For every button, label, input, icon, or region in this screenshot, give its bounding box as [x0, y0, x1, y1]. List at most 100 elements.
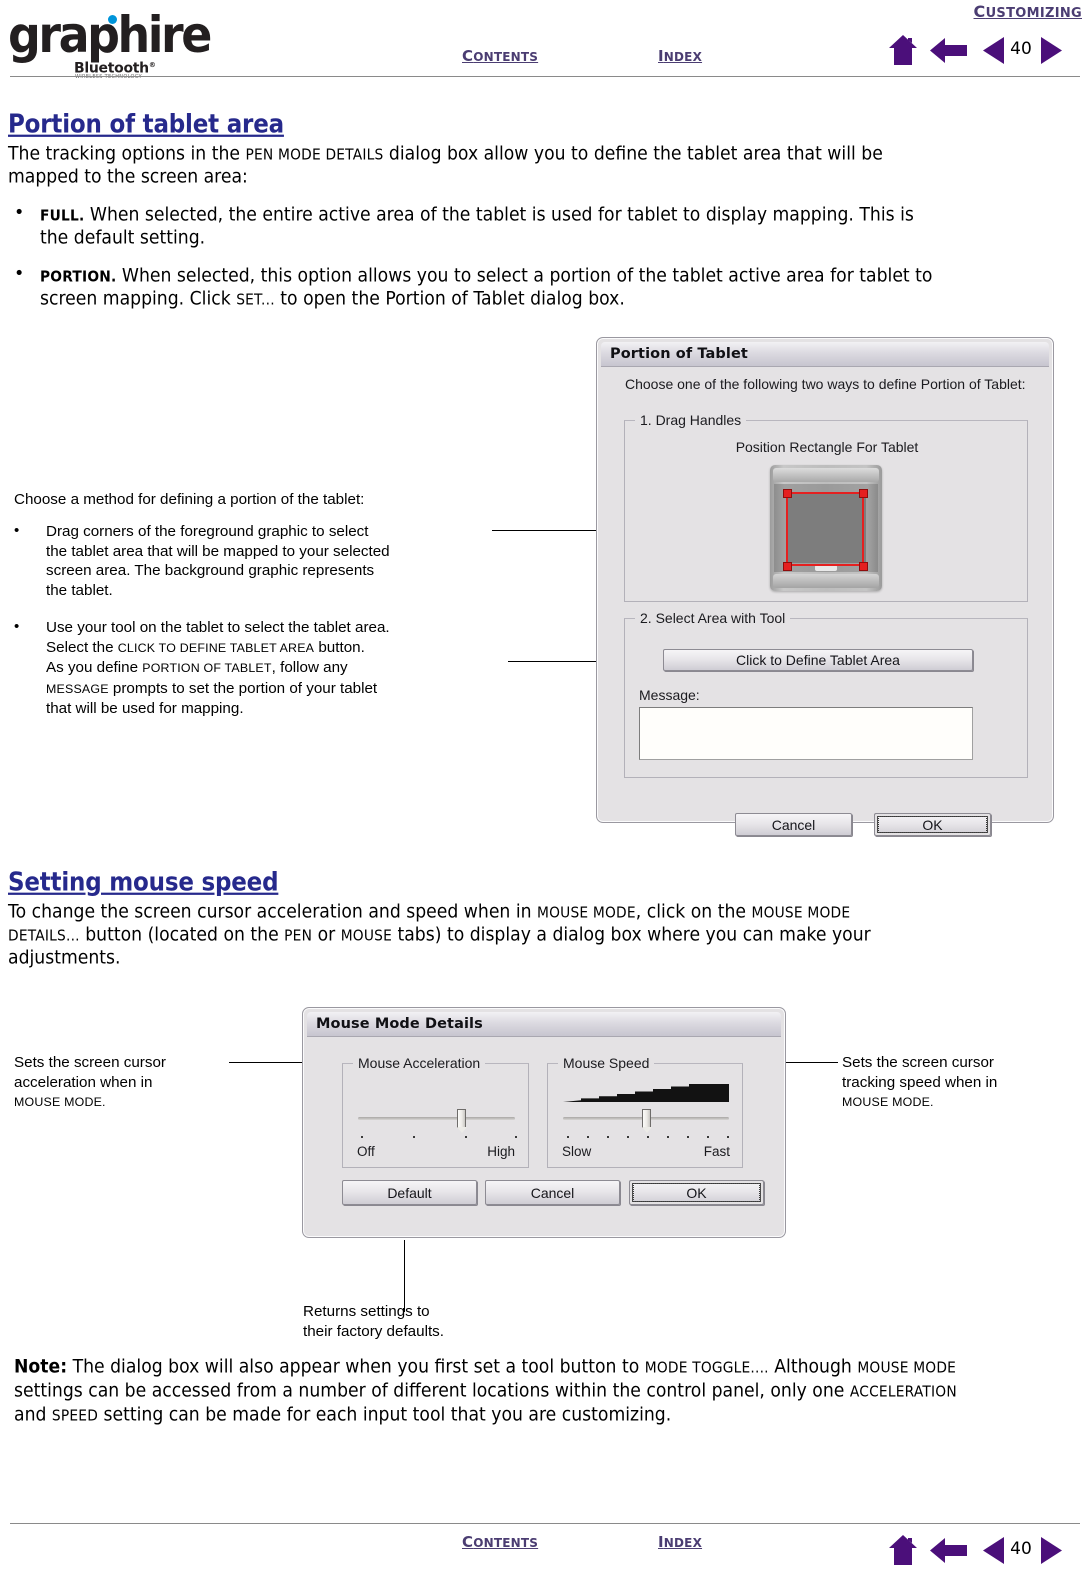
drag-handle-top-right[interactable]: [859, 489, 868, 498]
section2-line3: adjustments.: [8, 947, 121, 969]
tick-mark: [567, 1136, 569, 1138]
callout-portion-bullet2: Use your tool on the tablet to select th…: [46, 619, 390, 717]
page-header: CUSTOMIZING graphire Bluetooth® WIRELESS…: [0, 0, 1090, 80]
callout-mouse-acceleration: Sets the screen cursor acceleration when…: [14, 1054, 166, 1109]
header-index-link[interactable]: INDEX: [658, 47, 702, 65]
section2-line2: DETAILS... button (located on the PEN or…: [8, 924, 871, 946]
portion-ok-button[interactable]: OK: [874, 813, 991, 836]
section-heading-setting-mouse-speed[interactable]: Setting mouse speed: [8, 868, 279, 897]
dialog-title-text: Portion of Tablet: [610, 346, 748, 362]
mouse-acceleration-slider-thumb[interactable]: [457, 1109, 467, 1133]
drag-handle-top-left[interactable]: [783, 489, 792, 498]
mouse-acceleration-slider[interactable]: [358, 1109, 515, 1133]
tick-mark: [667, 1136, 669, 1138]
footer-index-link[interactable]: INDEX: [658, 1533, 702, 1551]
tick-mark: [627, 1136, 629, 1138]
tablet-illustration[interactable]: [770, 465, 882, 591]
mouse-speed-slider[interactable]: [563, 1109, 729, 1133]
bullet-marker: •: [14, 264, 25, 284]
tick-mark: [465, 1136, 467, 1138]
chapter-title-link[interactable]: CUSTOMIZING: [974, 2, 1082, 21]
tick-mark: [687, 1136, 689, 1138]
acceleration-min-label: Off: [357, 1144, 375, 1159]
group-mouse-acceleration: Mouse Acceleration Off High: [342, 1055, 529, 1168]
tick-mark: [515, 1136, 517, 1138]
tablet-top-strip: [773, 468, 879, 482]
note-line3: and SPEED setting can be made for each i…: [14, 1404, 672, 1426]
chapter-title-initial: C: [973, 2, 986, 21]
speed-min-label: Slow: [562, 1144, 592, 1159]
header-contents-link[interactable]: CONTENTS: [462, 47, 538, 65]
message-textbox[interactable]: [639, 707, 973, 760]
dialog-body: Choose one of the following two ways to …: [601, 368, 1049, 836]
logo-bluetooth-label: Bluetooth®: [74, 60, 156, 77]
portion-cancel-button[interactable]: Cancel: [735, 813, 852, 836]
tick-mark: [413, 1136, 415, 1138]
chapter-title-rest: USTOMIZING: [985, 6, 1082, 21]
selection-rectangle[interactable]: [786, 492, 864, 566]
dialog-body: Mouse Acceleration Off High Mouse Speed: [307, 1038, 781, 1233]
logo-tagline: WIRELESS TECHNOLOGY: [75, 74, 142, 80]
footer-divider: [10, 1523, 1080, 1524]
acceleration-max-label: High: [487, 1144, 515, 1159]
tick-mark: [647, 1136, 649, 1138]
section1-bullet-full-line2: the default setting.: [40, 227, 206, 249]
drag-handle-bottom-left[interactable]: [783, 562, 792, 571]
message-label: Message:: [639, 687, 700, 703]
callout-default-button: Returns settings to their factory defaul…: [303, 1303, 444, 1340]
section-heading-portion-of-tablet-area[interactable]: Portion of tablet area: [8, 110, 284, 139]
portion-of-tablet-dialog: Portion of Tablet Choose one of the foll…: [596, 337, 1054, 836]
mouse-cancel-button[interactable]: Cancel: [485, 1180, 620, 1205]
next-page-icon[interactable]: [1040, 37, 1062, 64]
back-arrow-icon[interactable]: [930, 1537, 968, 1564]
group-select-area-with-tool: 2. Select Area with Tool Click to Define…: [624, 610, 1028, 778]
mouse-mode-details-dialog: Mouse Mode Details Mouse Acceleration Of…: [302, 1007, 786, 1238]
dialog-titlebar: Portion of Tablet: [601, 342, 1049, 367]
home-icon[interactable]: [888, 34, 918, 66]
dialog-title-text: Mouse Mode Details: [316, 1016, 483, 1032]
speed-wedge-graphic: [563, 1084, 729, 1102]
footer-page-number: 40: [1010, 1539, 1032, 1559]
bullet-marker: •: [14, 522, 20, 539]
dialog-titlebar: Mouse Mode Details: [307, 1012, 781, 1037]
tick-mark: [587, 1136, 589, 1138]
mouse-ok-button[interactable]: OK: [629, 1180, 764, 1205]
prev-page-icon[interactable]: [983, 37, 1005, 64]
callout-portion-intro: Choose a method for defining a portion o…: [14, 491, 365, 508]
tablet-bottom-strip: [773, 574, 879, 588]
next-page-icon[interactable]: [1040, 1537, 1062, 1564]
drag-handle-bottom-right[interactable]: [859, 562, 868, 571]
mouse-default-button[interactable]: Default: [342, 1180, 477, 1205]
home-icon[interactable]: [888, 1534, 918, 1566]
callout-mouse-speed: Sets the screen cursor tracking speed wh…: [842, 1054, 998, 1109]
position-rectangle-caption: Position Rectangle For Tablet: [735, 439, 919, 455]
logo-dot-icon: [108, 15, 117, 24]
graphire-logo: graphire Bluetooth® WIRELESS TECHNOLOGY: [8, 10, 212, 80]
header-divider: [10, 76, 1080, 77]
back-arrow-icon[interactable]: [930, 37, 968, 64]
section1-intro-line2: mapped to the screen area:: [8, 166, 248, 188]
dialog-instruction: Choose one of the following two ways to …: [625, 376, 1026, 392]
header-page-number: 40: [1010, 39, 1032, 59]
note-line2: settings can be accessed from a number o…: [14, 1380, 957, 1402]
footer-contents-link[interactable]: CONTENTS: [462, 1533, 538, 1551]
mouse-speed-slider-thumb[interactable]: [642, 1109, 652, 1133]
footer-nav-icons: 40: [888, 1534, 1083, 1568]
header-nav-icons: 40: [888, 34, 1083, 68]
tick-mark: [607, 1136, 609, 1138]
click-to-define-tablet-area-button[interactable]: Click to Define Tablet Area: [663, 649, 973, 671]
section1-bullet-portion-line2: screen mapping. Click SET... to open the…: [40, 288, 625, 310]
tick-mark: [727, 1136, 729, 1138]
speed-max-label: Fast: [703, 1144, 730, 1159]
group-drag-handles: 1. Drag Handles Position Rectangle For T…: [624, 412, 1028, 602]
group-select-area-label: 2. Select Area with Tool: [635, 610, 791, 626]
note-line1: Note: The dialog box will also appear wh…: [14, 1356, 957, 1378]
group-mouse-speed: Mouse Speed Slow Fast: [547, 1055, 743, 1168]
tick-mark: [707, 1136, 709, 1138]
bullet-marker: •: [14, 203, 25, 223]
group-drag-handles-label: 1. Drag Handles: [635, 412, 747, 428]
tick-mark: [361, 1136, 363, 1138]
prev-page-icon[interactable]: [983, 1537, 1005, 1564]
group-mouse-speed-label: Mouse Speed: [558, 1055, 655, 1071]
group-mouse-acceleration-label: Mouse Acceleration: [353, 1055, 486, 1071]
